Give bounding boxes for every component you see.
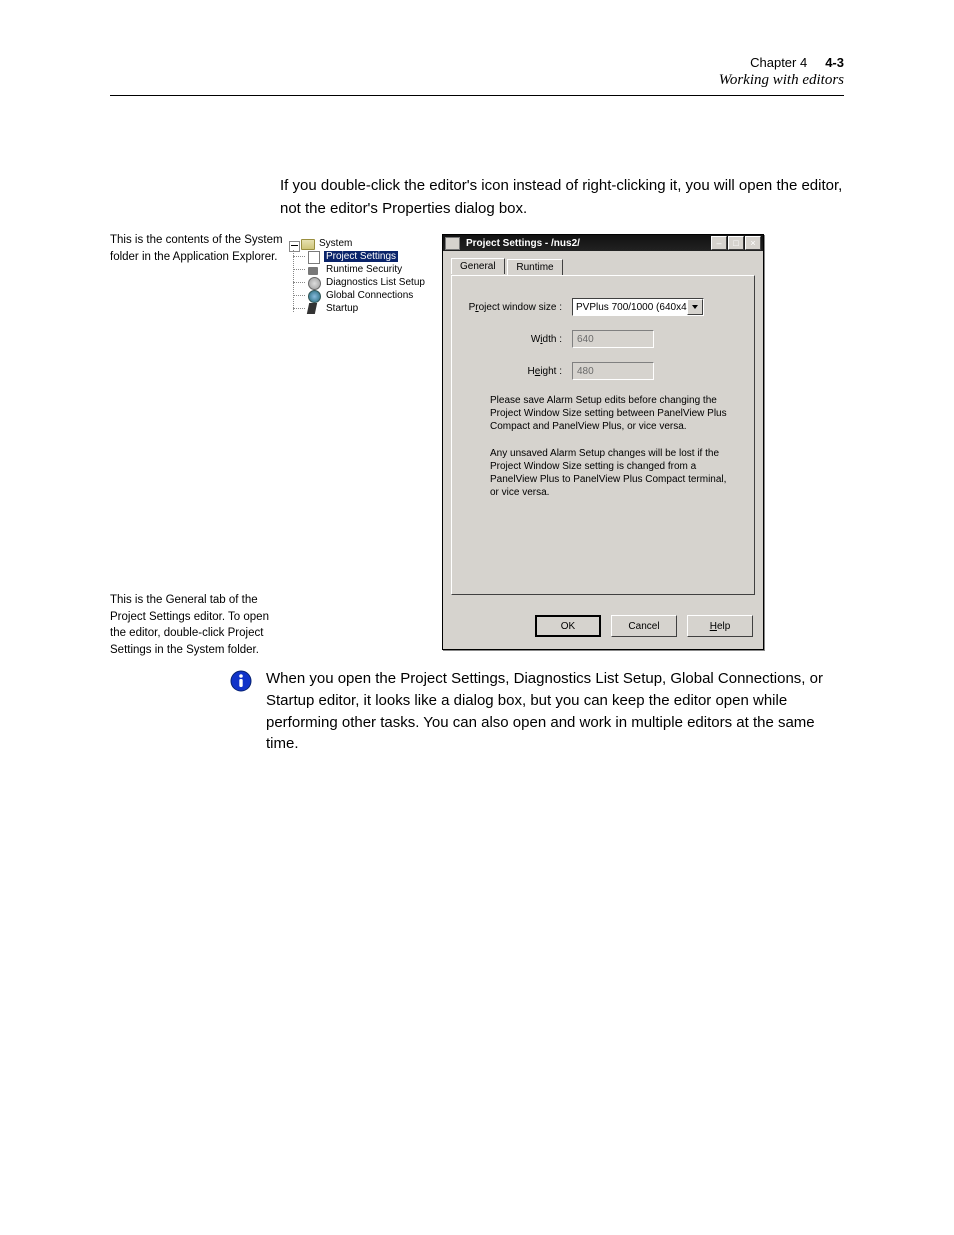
globe-icon — [308, 290, 322, 302]
page-number: 4-3 — [825, 55, 844, 70]
dialog-title: Project Settings - /nus2/ — [463, 238, 710, 249]
lock-icon — [308, 264, 322, 276]
close-button[interactable]: × — [745, 236, 761, 250]
tree-root-label[interactable]: System — [317, 238, 354, 249]
maximize-button[interactable]: □ — [728, 236, 744, 250]
width-field: 640 — [572, 330, 654, 348]
tree-item-startup[interactable]: Startup — [324, 303, 360, 314]
combo-value: PVPlus 700/1000 (640x480) — [573, 302, 687, 313]
intro-paragraph: If you double-click the editor's icon in… — [280, 175, 844, 220]
tab-general[interactable]: General — [451, 258, 505, 274]
minimize-button[interactable]: – — [711, 236, 727, 250]
ok-button[interactable]: OK — [535, 615, 601, 637]
page-icon — [308, 251, 322, 263]
tab-strip: General Runtime — [451, 257, 755, 275]
project-settings-dialog: Project Settings - /nus2/ – □ × General … — [442, 234, 764, 650]
tree-item-project-settings[interactable]: Project Settings — [324, 251, 398, 262]
gear-icon — [308, 277, 322, 289]
callout-dialog: This is the General tab of the Project S… — [110, 592, 286, 659]
tab-runtime[interactable]: Runtime — [507, 259, 562, 275]
tab-pane-general: Project window size : PVPlus 700/1000 (6… — [451, 275, 755, 595]
plug-icon — [308, 303, 322, 315]
info-text: When you open the Project Settings, Diag… — [266, 668, 844, 755]
label-project-window-size: Project window size : — [466, 302, 572, 313]
note-unsaved-alarm: Any unsaved Alarm Setup changes will be … — [490, 447, 734, 499]
cancel-button[interactable]: Cancel — [611, 615, 677, 637]
tree-item-runtime-security[interactable]: Runtime Security — [324, 264, 404, 275]
section-title: Working with editors — [110, 72, 844, 89]
label-height: Height : — [466, 366, 572, 377]
project-window-size-combo[interactable]: PVPlus 700/1000 (640x480) — [572, 298, 704, 316]
page-header: Chapter 4 4-3 Working with editors — [110, 55, 844, 96]
system-menu-icon[interactable] — [445, 237, 460, 250]
tree-item-global-connections[interactable]: Global Connections — [324, 290, 415, 301]
folder-icon — [301, 238, 315, 250]
help-button[interactable]: Help — [687, 615, 753, 637]
note-save-alarm: Please save Alarm Setup edits before cha… — [490, 394, 734, 433]
callout-tree: This is the contents of the System folde… — [110, 232, 286, 265]
tree-view: System Project Settings Runtime Security… — [286, 234, 436, 315]
chapter-label: Chapter 4 — [750, 55, 807, 70]
dialog-titlebar[interactable]: Project Settings - /nus2/ – □ × — [443, 235, 763, 251]
height-field: 480 — [572, 362, 654, 380]
info-icon — [230, 670, 252, 697]
tree-item-diagnostics[interactable]: Diagnostics List Setup — [324, 277, 427, 288]
label-width: Width : — [466, 334, 572, 345]
chevron-down-icon[interactable] — [687, 299, 703, 315]
